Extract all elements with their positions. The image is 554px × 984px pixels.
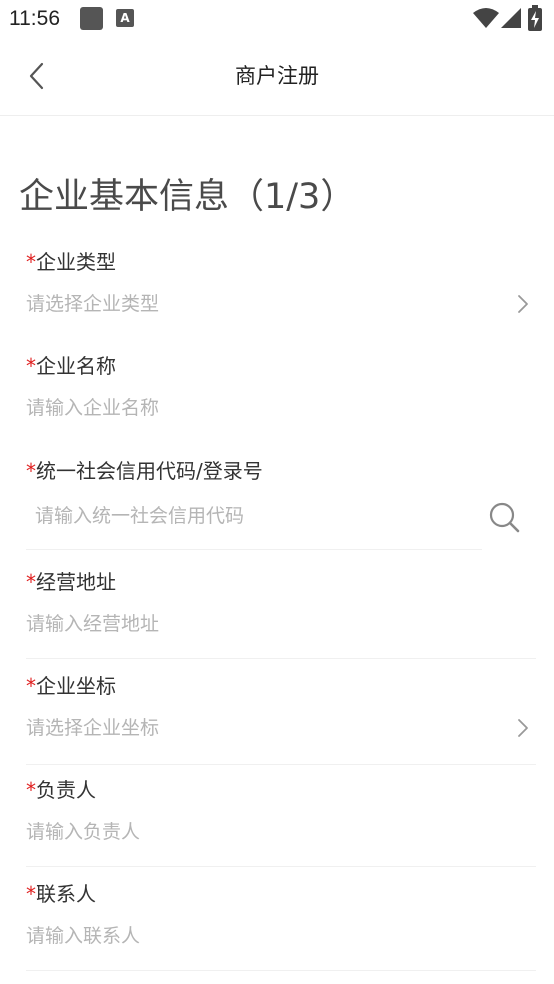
status-time: 11:56 — [9, 7, 60, 30]
page-title: 商户注册 — [235, 64, 319, 88]
field-company-name[interactable]: *企业名称 — [26, 352, 536, 452]
field-label: *统一社会信用代码/登录号 — [26, 457, 263, 485]
field-credit-code[interactable]: *统一社会信用代码/登录号 — [26, 457, 536, 551]
required-marker: * — [26, 674, 36, 698]
chevron-right-icon — [518, 295, 528, 313]
notification-a-icon: A — [116, 9, 134, 27]
field-divider — [26, 764, 536, 765]
field-label-text: 经营地址 — [36, 570, 116, 594]
field-company-coordinates[interactable]: *企业坐标 — [26, 672, 536, 766]
field-label: *经营地址 — [26, 568, 116, 596]
field-contact-person[interactable]: *联系人 — [26, 880, 536, 972]
field-label-text: 统一社会信用代码/登录号 — [36, 459, 263, 483]
field-divider — [26, 549, 482, 550]
company-type-select[interactable] — [26, 288, 496, 320]
field-label-text: 企业坐标 — [36, 674, 116, 698]
status-bar: 11:56 A — [0, 0, 554, 38]
field-divider — [26, 658, 536, 659]
field-label: *联系人 — [26, 880, 96, 908]
search-icon[interactable] — [488, 501, 520, 533]
notification-app-icon — [80, 7, 103, 30]
credit-code-input[interactable] — [35, 500, 475, 532]
company-coordinates-select[interactable] — [26, 712, 496, 744]
signal-icon — [501, 8, 521, 28]
field-label-text: 企业类型 — [36, 250, 116, 274]
field-label: *企业类型 — [26, 248, 116, 276]
field-label: *负责人 — [26, 776, 96, 804]
company-name-input[interactable] — [26, 392, 496, 424]
nav-bar: 商户注册 — [0, 38, 554, 116]
required-marker: * — [26, 459, 36, 483]
field-company-type[interactable]: *企业类型 — [26, 248, 536, 348]
wifi-icon — [473, 8, 499, 28]
field-label: *企业坐标 — [26, 672, 116, 700]
person-in-charge-input[interactable] — [26, 816, 496, 848]
field-divider — [26, 970, 536, 971]
business-address-input[interactable] — [26, 608, 496, 640]
required-marker: * — [26, 778, 36, 802]
chevron-right-icon — [518, 719, 528, 737]
contact-person-input[interactable] — [26, 920, 496, 952]
field-label-text: 负责人 — [36, 778, 96, 802]
field-person-in-charge[interactable]: *负责人 — [26, 776, 536, 868]
battery-charging-icon — [528, 5, 542, 31]
required-marker: * — [26, 882, 36, 906]
field-label-text: 联系人 — [36, 882, 96, 906]
required-marker: * — [26, 354, 36, 378]
field-label-text: 企业名称 — [36, 354, 116, 378]
required-marker: * — [26, 250, 36, 274]
field-divider — [26, 866, 536, 867]
section-title: 企业基本信息（1/3） — [19, 177, 356, 217]
required-marker: * — [26, 570, 36, 594]
field-business-address[interactable]: *经营地址 — [26, 568, 536, 660]
field-label: *企业名称 — [26, 352, 116, 380]
